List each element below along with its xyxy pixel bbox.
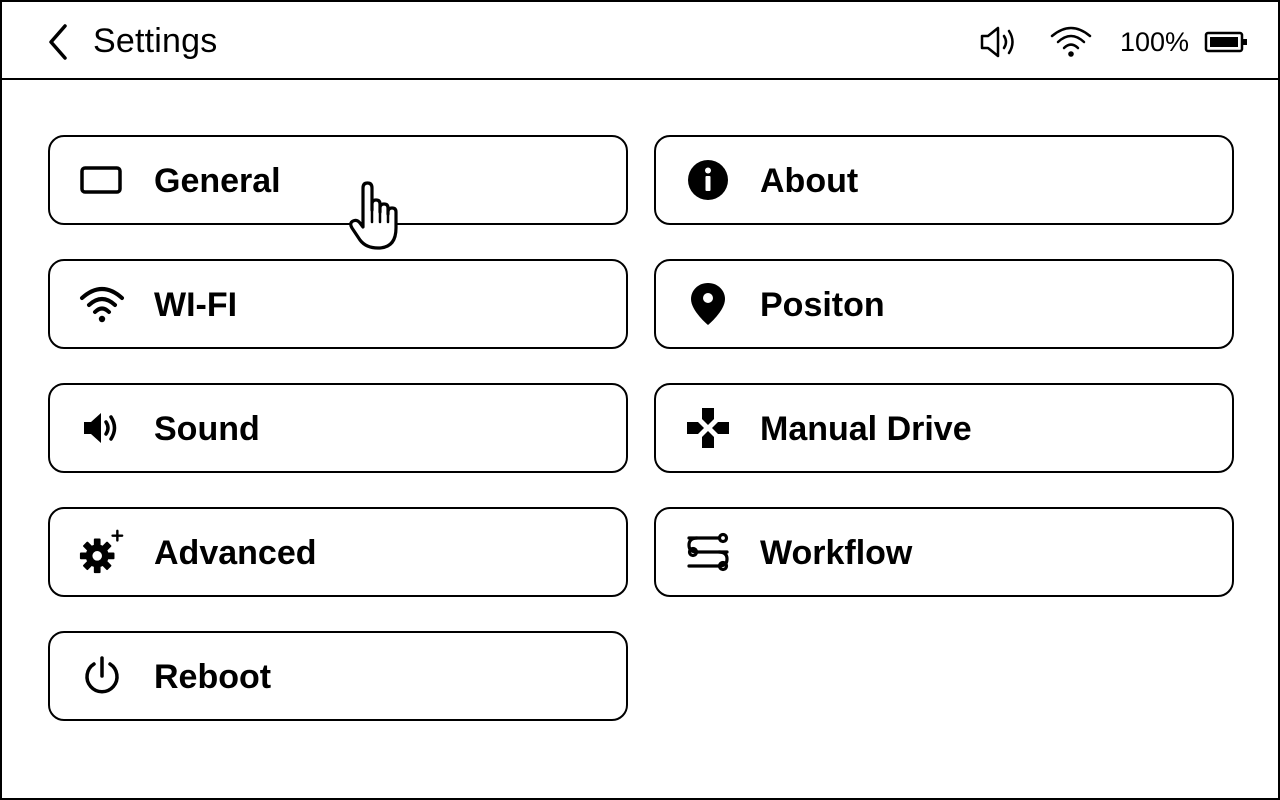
battery-full-icon <box>1204 31 1247 53</box>
sound-button[interactable]: Sound <box>48 383 628 473</box>
page-title: Settings <box>93 22 218 60</box>
volume-status-button[interactable] <box>978 22 1020 62</box>
gear-plus-icon <box>79 529 124 574</box>
header-bar: Settings 100% <box>2 2 1278 80</box>
settings-screen: Settings 100% General WI-FI Sound Advanc… <box>0 0 1280 800</box>
reboot-label: Reboot <box>154 658 272 696</box>
manual-drive-button[interactable]: Manual Drive <box>654 383 1234 473</box>
gamepad-icon <box>687 408 729 448</box>
advanced-label: Advanced <box>154 534 317 572</box>
workflow-label: Workflow <box>760 534 913 572</box>
about-button[interactable]: About <box>654 135 1234 225</box>
wifi-label: WI-FI <box>154 286 238 324</box>
general-button[interactable]: General <box>48 135 628 225</box>
wifi-status-button[interactable] <box>1048 22 1094 62</box>
speaker-volume-icon <box>980 26 1014 58</box>
wifi-icon <box>1050 26 1092 57</box>
position-button[interactable]: Positon <box>654 259 1234 349</box>
display-icon <box>80 166 122 194</box>
battery-percent: 100% <box>1120 27 1190 57</box>
power-icon <box>85 656 119 694</box>
info-icon <box>688 160 728 200</box>
advanced-button[interactable]: Advanced <box>48 507 628 597</box>
chevron-left-icon <box>49 24 67 60</box>
manual-drive-label: Manual Drive <box>760 410 972 448</box>
location-pin-icon <box>691 283 725 325</box>
workflow-icon <box>687 532 729 572</box>
workflow-button[interactable]: Workflow <box>654 507 1234 597</box>
wifi-button[interactable]: WI-FI <box>48 259 628 349</box>
reboot-button[interactable]: Reboot <box>48 631 628 721</box>
back-button[interactable] <box>40 22 76 62</box>
sound-label: Sound <box>154 410 260 448</box>
battery-indicator <box>1204 30 1250 54</box>
about-label: About <box>760 162 859 200</box>
position-label: Positon <box>760 286 885 324</box>
speaker-icon <box>84 413 117 443</box>
general-label: General <box>154 162 281 200</box>
wifi-icon <box>80 287 124 323</box>
